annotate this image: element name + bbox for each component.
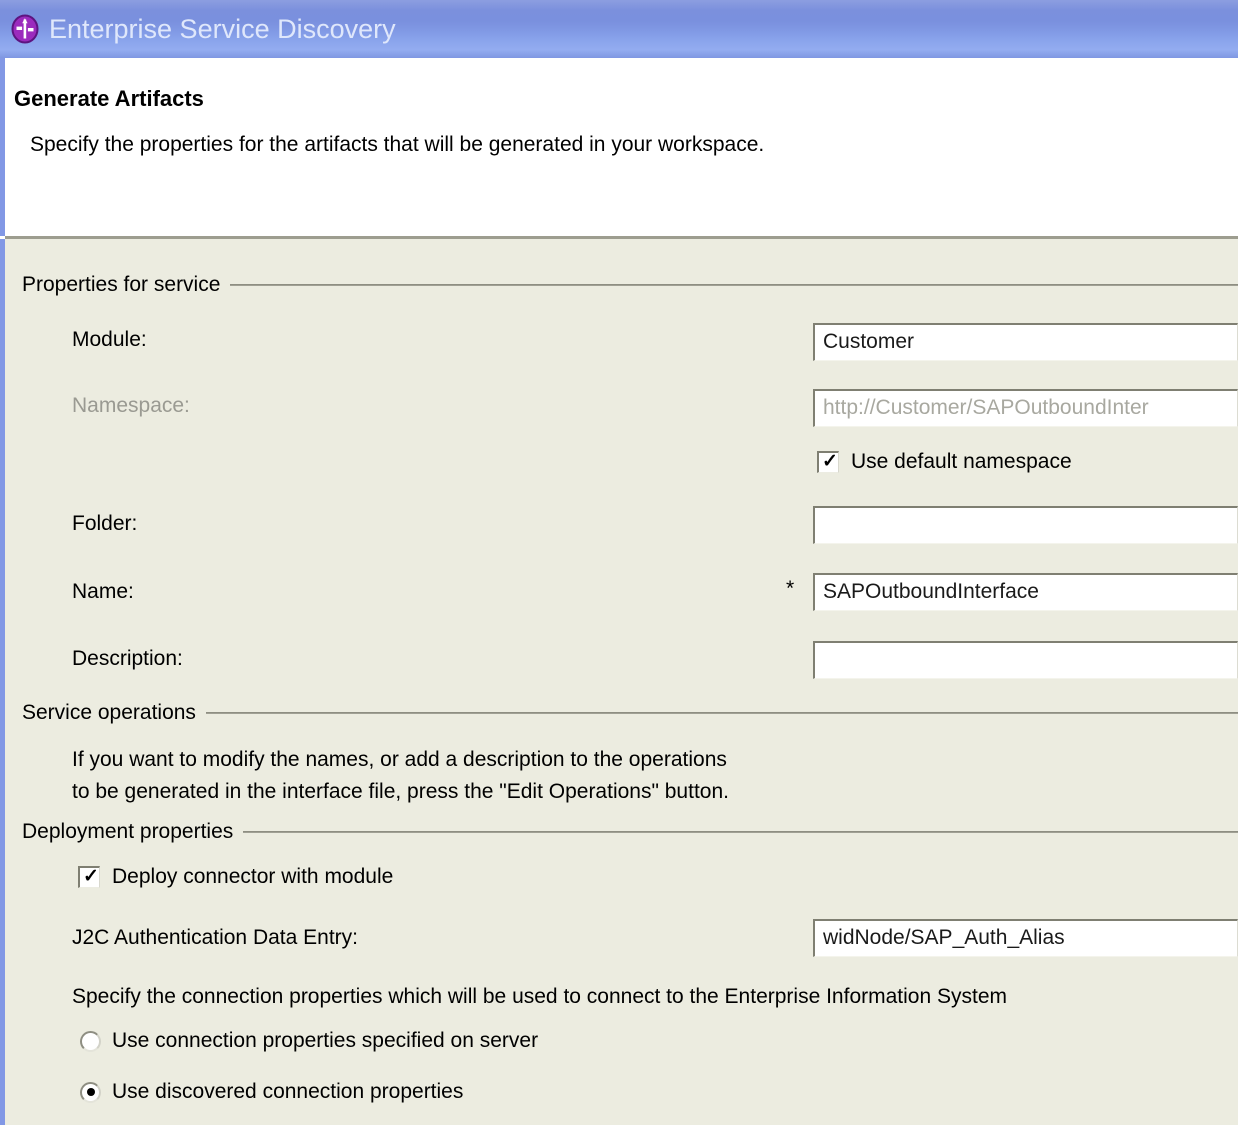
checkbox-label-deploy-connector: Deploy connector with module [112, 865, 394, 888]
page-title: Generate Artifacts [14, 86, 204, 111]
input-module[interactable]: Customer [813, 323, 1238, 361]
checkbox-deploy-connector[interactable]: ✓ Deploy connector with module [78, 865, 393, 889]
checkbox-use-default-namespace[interactable]: ✓ Use default namespace [817, 450, 1072, 474]
input-name[interactable]: SAPOutboundInterface [813, 573, 1238, 611]
checkbox-box-deploy-connector[interactable]: ✓ [78, 866, 100, 888]
group-rule [230, 284, 1238, 286]
group-deployment-properties: Deployment properties [22, 820, 1238, 844]
wizard-content-pane: Properties for service Module: Customer … [0, 239, 1238, 1125]
radio-circle-use-discovered-connection-properties[interactable] [80, 1081, 101, 1103]
required-marker-name: * [786, 577, 795, 600]
service-operations-text-line-2: to be generated in the interface file, p… [72, 780, 729, 803]
service-operations-text-line-1: If you want to modify the names, or add … [72, 748, 727, 771]
group-legend-properties-for-service: Properties for service [22, 273, 221, 296]
input-folder[interactable] [813, 506, 1238, 544]
service-discovery-icon [10, 14, 40, 44]
input-j2c-auth[interactable]: widNode/SAP_Auth_Alias [813, 919, 1238, 957]
page-subtitle: Specify the properties for the artifacts… [30, 133, 765, 156]
label-j2c-auth: J2C Authentication Data Entry: [72, 926, 358, 949]
radio-use-server-connection-properties[interactable]: Use connection properties specified on s… [80, 1029, 538, 1053]
check-icon: ✓ [83, 866, 99, 887]
header-accent-bar [0, 58, 5, 236]
enterprise-service-discovery-window: Enterprise Service Discovery Generate Ar… [0, 0, 1238, 1125]
group-legend-deployment-properties: Deployment properties [22, 820, 234, 843]
radio-label-use-server-connection-properties: Use connection properties specified on s… [112, 1029, 539, 1052]
label-module: Module: [72, 328, 147, 351]
label-folder: Folder: [72, 512, 138, 535]
input-description[interactable] [813, 641, 1238, 679]
group-rule [205, 712, 1238, 714]
input-namespace: http://Customer/SAPOutboundInter [813, 389, 1238, 427]
checkbox-label-use-default-namespace: Use default namespace [851, 450, 1072, 473]
label-name: Name: [72, 580, 134, 603]
radio-use-discovered-connection-properties[interactable]: Use discovered connection properties [80, 1080, 463, 1104]
label-namespace: Namespace: [72, 394, 190, 417]
wizard-header: Generate Artifacts Specify the propertie… [0, 58, 1238, 236]
label-description: Description: [72, 647, 183, 670]
window-title: Enterprise Service Discovery [49, 13, 396, 44]
group-rule [243, 831, 1238, 833]
group-properties-for-service: Properties for service [22, 273, 1238, 297]
checkbox-box-use-default-namespace[interactable]: ✓ [817, 451, 839, 473]
check-icon: ✓ [822, 451, 838, 472]
group-legend-service-operations: Service operations [22, 701, 196, 724]
connection-properties-text: Specify the connection properties which … [72, 985, 1007, 1008]
radio-label-use-discovered-connection-properties: Use discovered connection properties [112, 1080, 464, 1103]
window-titlebar: Enterprise Service Discovery [0, 0, 1238, 58]
group-service-operations: Service operations [22, 701, 1238, 725]
radio-selected-dot [86, 1088, 95, 1096]
radio-circle-use-server-connection-properties[interactable] [80, 1030, 101, 1052]
content-accent-bar [0, 239, 5, 1125]
